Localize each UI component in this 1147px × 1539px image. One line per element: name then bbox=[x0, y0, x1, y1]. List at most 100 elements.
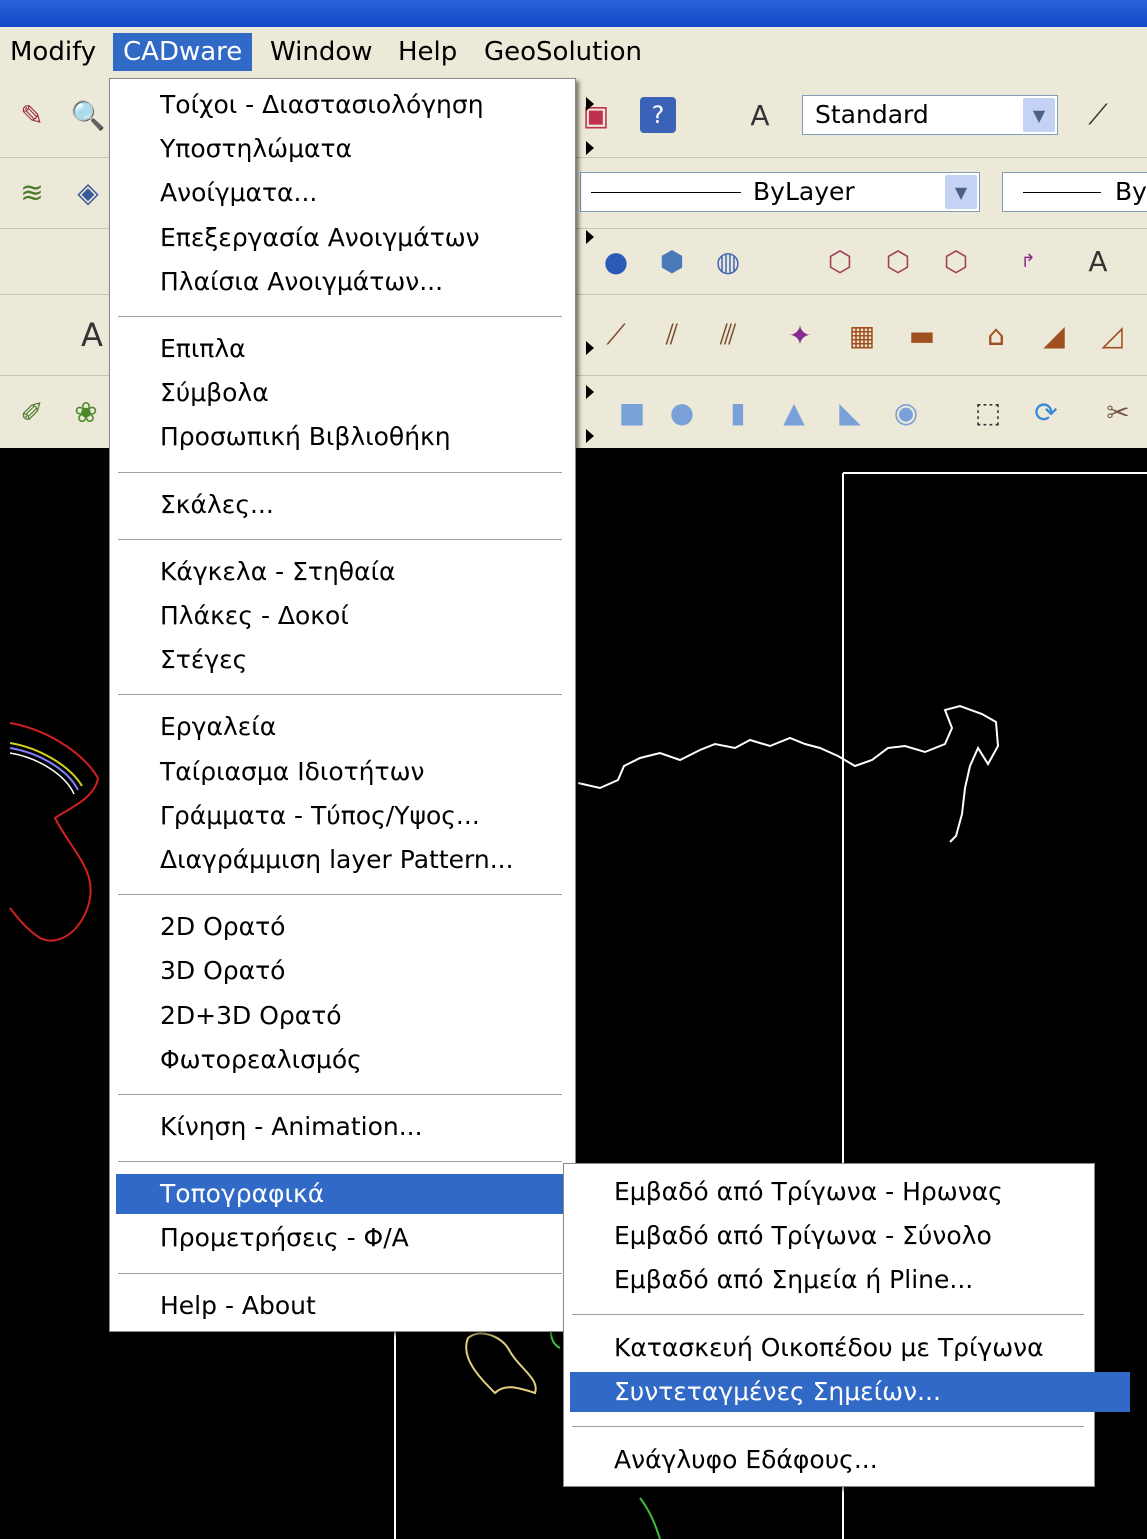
cadware-menu-item[interactable]: Γράμματα - Τύπος/Υψος... bbox=[116, 796, 608, 836]
cadware-menu-item[interactable]: Προσωπική Βιβλιοθήκη bbox=[116, 417, 608, 457]
topo-submenu-item[interactable]: Εμβαδό από Τρίγωνα - Ηρωνας bbox=[570, 1172, 1130, 1212]
cadware-menu-item-label: Σύμβολα bbox=[160, 378, 269, 408]
cadware-menu-item[interactable]: Ταίριασμα Ιδιοτήτων bbox=[116, 752, 608, 792]
solid-3-icon[interactable]: ⬡ bbox=[938, 243, 974, 279]
cadware-menu-item-label: Προμετρήσεις - Φ/Α bbox=[160, 1223, 409, 1253]
menu-separator bbox=[118, 471, 562, 474]
wedge-icon[interactable]: ◣ bbox=[832, 394, 868, 430]
menu-window[interactable]: Window bbox=[260, 33, 383, 71]
render-icon[interactable]: ◍ bbox=[710, 243, 746, 279]
cadware-menu-item-label: Κίνηση - Animation... bbox=[160, 1112, 423, 1141]
cone-icon[interactable]: ▲ bbox=[776, 394, 812, 430]
solid-icon[interactable]: ⬡ bbox=[822, 243, 858, 279]
lineweight-value: By bbox=[1115, 177, 1147, 206]
topo-submenu-item[interactable]: Ανάγλυφο Εδάφους... bbox=[570, 1440, 1130, 1480]
pattern-icon[interactable]: ▬ bbox=[904, 317, 940, 353]
text-height-icon[interactable]: A bbox=[1080, 243, 1116, 279]
cadware-menu-item[interactable]: Σκάλες... bbox=[116, 485, 608, 525]
cadware-menu-item-label: Επεξεργασία Ανοιγμάτων bbox=[160, 222, 480, 252]
topo-submenu-item[interactable]: Συντεταγμένες Σημείων... bbox=[570, 1372, 1130, 1412]
menu-separator bbox=[572, 1314, 1084, 1316]
layer-state-icon[interactable]: ◈ bbox=[70, 174, 106, 210]
cadware-menu-item-label: Πλαίσια Ανοιγμάτων... bbox=[160, 266, 444, 296]
contour-outline bbox=[465, 1332, 537, 1395]
layers-icon[interactable]: ≋ bbox=[14, 174, 50, 210]
submenu-arrow-icon bbox=[586, 141, 594, 156]
cadware-menu: Τοίχοι - Διαστασιολόγηση Υποστηλώματα Ανοί… bbox=[109, 78, 608, 1332]
roof-icon[interactable]: ◿ bbox=[1094, 317, 1130, 353]
topography-submenu: Εμβαδό από Τρίγωνα - Ηρωνας Εμβαδό από Τρ… bbox=[563, 1163, 1130, 1487]
menu-geosolution[interactable]: GeoSolution bbox=[474, 33, 652, 71]
menu-separator bbox=[572, 1426, 1084, 1428]
topo-submenu-item[interactable]: Εμβαδό από Τρίγωνα - Σύνολο bbox=[570, 1216, 1130, 1256]
cadware-menu-item[interactable]: Διαγράμμιση layer Pattern... bbox=[116, 840, 608, 880]
wall-icon[interactable]: ⌂ bbox=[978, 317, 1014, 353]
menu-cadware[interactable]: CADware bbox=[113, 33, 253, 71]
cadware-menu-item-label: 2D Ορατό bbox=[160, 912, 286, 942]
torus-icon[interactable]: ◉ bbox=[888, 394, 924, 430]
cadware-menu-item-label: 3D Ορατό bbox=[160, 956, 286, 986]
cadware-menu-item-label: Ταίριασμα Ιδιοτήτων bbox=[160, 756, 425, 786]
revolve-icon[interactable]: ⟳ bbox=[1028, 394, 1064, 430]
cadware-menu-item[interactable]: Επεξεργασία Ανοιγμάτων bbox=[116, 218, 608, 258]
solid-2-icon[interactable]: ⬡ bbox=[880, 243, 916, 279]
extrude-icon[interactable]: ⬚ bbox=[970, 394, 1006, 430]
stair-icon[interactable]: ◢ bbox=[1036, 317, 1072, 353]
cadware-menu-item[interactable]: Τοίχοι - Διαστασιολόγηση bbox=[116, 85, 608, 125]
cadware-menu-item[interactable]: Help - About bbox=[116, 1286, 608, 1326]
cadware-menu-item[interactable]: Επιπλα bbox=[116, 329, 608, 369]
cadware-menu-item-label: 2D+3D Ορατό bbox=[160, 1000, 342, 1030]
hatch-icon[interactable]: ▦ bbox=[844, 317, 880, 353]
cadware-menu-item[interactable]: Εργαλεία bbox=[116, 707, 608, 747]
topo-submenu-item[interactable]: Κατασκευή Οικοπέδου με Τρίγωνα bbox=[570, 1328, 1130, 1368]
cadware-menu-item[interactable]: 2D+3D Ορατό bbox=[116, 996, 608, 1036]
menu-modify[interactable]: Modify bbox=[0, 33, 106, 71]
lineweight-select[interactable]: By bbox=[1002, 172, 1147, 212]
menu-help[interactable]: Help bbox=[388, 33, 467, 71]
cadware-menu-item[interactable]: 2D Ορατό bbox=[116, 907, 608, 947]
text-style-value: Standard bbox=[815, 100, 929, 129]
submenu-arrow-icon bbox=[586, 719, 594, 734]
cadware-menu-item[interactable]: Κάγκελα - Στηθαία bbox=[116, 552, 608, 592]
linetype-sample bbox=[591, 192, 741, 193]
box-icon[interactable]: ⬢ bbox=[654, 243, 690, 279]
text-style-select[interactable]: Standard ▼ bbox=[802, 95, 1058, 135]
cadware-menu-item[interactable]: Κίνηση - Animation... bbox=[116, 1107, 608, 1147]
text-align-icon[interactable]: ↱ bbox=[1010, 243, 1046, 279]
style-a-label[interactable]: A bbox=[74, 316, 110, 354]
slice-icon[interactable]: ✂ bbox=[1100, 394, 1136, 430]
cadware-menu-item[interactable]: Πλαίσια Ανοιγμάτων... bbox=[116, 262, 608, 302]
cadware-menu-item[interactable]: 3D Ορατό bbox=[116, 951, 608, 991]
dim-style-icon[interactable]: ⟋ bbox=[1080, 97, 1116, 133]
plant-icon[interactable]: ❀ bbox=[68, 394, 104, 430]
cadware-menu-item[interactable]: Φωτορεαλισμός bbox=[116, 1040, 608, 1080]
zoom-icon[interactable]: 🔍 bbox=[70, 97, 106, 133]
contour-green-2 bbox=[639, 1497, 661, 1539]
cube-icon[interactable]: ■ bbox=[614, 394, 650, 430]
multiline-icon[interactable]: ⫻ bbox=[710, 317, 746, 353]
cadware-menu-item[interactable]: Προμετρήσεις - Φ/Α bbox=[116, 1218, 608, 1258]
chevron-down-icon[interactable]: ▼ bbox=[1023, 98, 1055, 132]
linetype-value: ByLayer bbox=[753, 177, 855, 206]
cadware-menu-item[interactable]: Υποστηλώματα bbox=[116, 129, 608, 169]
cadware-menu-item[interactable]: Στέγες bbox=[116, 640, 608, 680]
pick-icon[interactable]: ✎ bbox=[14, 97, 50, 133]
cadware-menu-item[interactable]: Τοπογραφικά bbox=[116, 1174, 608, 1215]
linetype-select[interactable]: ByLayer ▼ bbox=[580, 172, 980, 212]
help-icon[interactable]: ? bbox=[640, 97, 676, 133]
topo-submenu-item-label: Κατασκευή Οικοπέδου με Τρίγωνα bbox=[614, 1333, 1044, 1362]
text-style-icon[interactable]: A bbox=[742, 97, 778, 133]
cadware-menu-item[interactable]: Πλάκες - Δοκοί bbox=[116, 596, 608, 636]
submenu-arrow-icon bbox=[586, 385, 594, 400]
cadware-menu-item-label: Εργαλεία bbox=[160, 712, 277, 742]
double-line-icon[interactable]: ⫽ bbox=[654, 317, 690, 353]
cadware-menu-item-label: Σκάλες... bbox=[160, 489, 274, 519]
cadware-menu-item[interactable]: Ανοίγματα... bbox=[116, 173, 608, 213]
cadware-menu-item[interactable]: Σύμβολα bbox=[116, 373, 608, 413]
draw-tool-icon[interactable]: ✦ bbox=[782, 317, 818, 353]
topo-submenu-item[interactable]: Εμβαδό από Σημεία ή Pline... bbox=[570, 1260, 1130, 1300]
chevron-down-icon[interactable]: ▼ bbox=[945, 175, 977, 209]
sphere-solid-icon[interactable]: ● bbox=[664, 394, 700, 430]
cylinder-icon[interactable]: ▮ bbox=[720, 394, 756, 430]
edit-icon[interactable]: ✐ bbox=[14, 394, 50, 430]
